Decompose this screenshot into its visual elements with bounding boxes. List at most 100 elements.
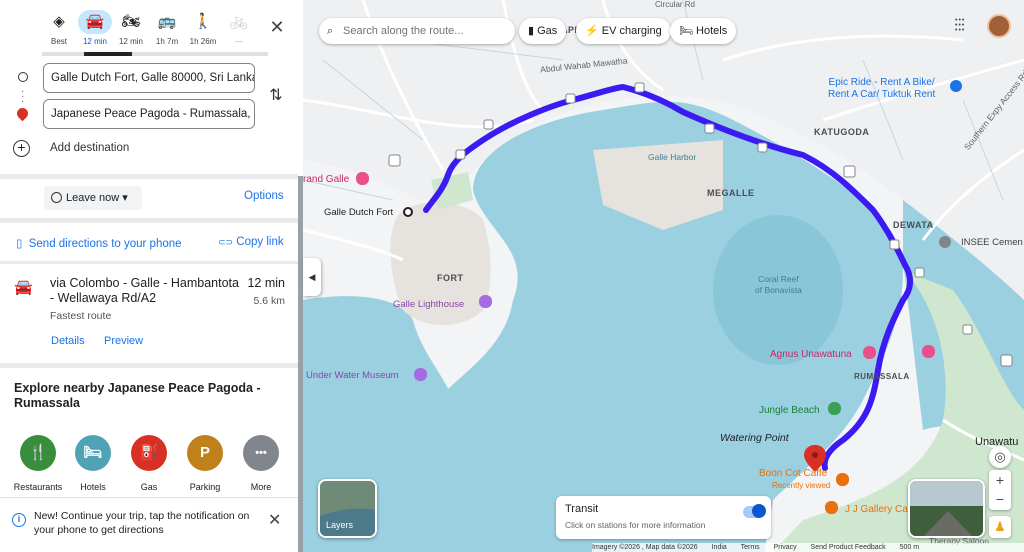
panel-scrollbar[interactable] (298, 176, 303, 552)
mode-driving[interactable]: 🚘 12 min (75, 10, 115, 54)
route-name[interactable]: via Colombo - Galle - Hambantota - Wella… (50, 276, 240, 306)
zoom-controls: + − (989, 470, 1011, 510)
mode-best[interactable]: ◈ Best (39, 10, 79, 54)
chip-hotels[interactable]: 🛏 Hotels (670, 18, 737, 44)
add-destination-button[interactable]: Add destination (50, 142, 129, 154)
preview-button[interactable]: Preview (104, 335, 143, 347)
chip-ev-charging[interactable]: ⚡ EV charging (576, 18, 671, 44)
mode-cycling[interactable]: 🚲 — (219, 10, 259, 54)
my-location-button[interactable]: ◎ (989, 446, 1011, 468)
transit-title: Transit (565, 503, 599, 515)
origin-circle-icon (18, 72, 28, 82)
divider (0, 363, 298, 368)
divider (0, 174, 298, 179)
pegman-icon: ♟ (994, 519, 1006, 534)
close-notification-button[interactable]: ✕ (268, 510, 281, 530)
map-label-fort: FORT (437, 273, 464, 283)
layers-button[interactable]: Layers (318, 479, 377, 538)
avatar[interactable] (987, 14, 1011, 38)
lighthouse-poi-icon (479, 295, 492, 308)
scale-bar[interactable]: 500 m (900, 544, 919, 551)
zoom-in-button[interactable]: + (989, 470, 1011, 490)
category-gas[interactable]: ⛽ Gas (119, 435, 179, 492)
category-label: Parking (189, 482, 221, 492)
search-icon: ⌕ (327, 25, 334, 37)
map-label-dewata: DEWATA (893, 220, 934, 230)
chip-gas[interactable]: ▮ Gas (519, 18, 567, 44)
origin-input[interactable]: Galle Dutch Fort, Galle 80000, Sri Lanka (43, 63, 255, 93)
leave-now-label: Leave now (66, 192, 120, 204)
map-label-insee: INSEE Cemen (961, 237, 1023, 248)
swap-waypoints-icon[interactable]: ⇅ (268, 85, 284, 105)
map-label-grand-galle: rand Galle (303, 174, 350, 185)
street-view-thumbnail[interactable] (908, 479, 985, 538)
destination-pin-icon (14, 105, 31, 122)
restaurant-icon: 🍴 (20, 435, 56, 471)
map-label-galle-harbor: Galle Harbor (648, 152, 697, 162)
send-to-phone-link[interactable]: ▯ Send directions to your phone (16, 236, 182, 250)
caret-down-icon: ▾ (122, 192, 128, 204)
apps-grid-icon[interactable]: ••• ••• ••• (955, 17, 971, 34)
maps-window: ◈ Best 🚘 12 min 🏍 12 min 🚌 1h 7m 🚶 1h 26… (0, 0, 1024, 552)
more-icon: ••• (243, 435, 279, 471)
link-icon: ⊂⊃ (218, 237, 234, 247)
details-button[interactable]: Details (51, 335, 85, 347)
map-label-jungle-beach: Jungle Beach (759, 405, 820, 416)
category-more[interactable]: ••• More (231, 435, 291, 492)
route-note: Fastest route (50, 310, 112, 322)
street-view-image (910, 481, 983, 536)
category-label: More (250, 482, 272, 492)
close-directions-button[interactable]: ✕ (266, 16, 288, 38)
hotel-poi-icon-3 (922, 345, 935, 358)
directions-panel: ◈ Best 🚘 12 min 🏍 12 min 🚌 1h 7m 🚶 1h 26… (0, 0, 303, 552)
add-destination-icon[interactable]: + (13, 140, 30, 157)
map-label-epic-ride: Epic Ride - Rent A Bike/ Rent A Car/ Tuk… (828, 77, 936, 100)
phone-icon: ▯ (16, 238, 23, 250)
mode-label: 1h 7m (155, 37, 179, 46)
walk-icon: 🚶 (193, 13, 213, 30)
attribution-country: India (711, 544, 727, 551)
search-along-route-input[interactable]: ⌕ Search along the route... (319, 18, 515, 44)
directions-best-icon: ◈ (53, 13, 65, 30)
feedback-link[interactable]: Send Product Feedback (811, 544, 886, 551)
travel-mode-bar: ◈ Best 🚘 12 min 🏍 12 min 🚌 1h 7m 🚶 1h 26… (0, 0, 303, 56)
map-label-watering-point: Watering Point (720, 432, 789, 444)
map-attribution: Imagery ©2026 , Map data ©2026 India Ter… (592, 543, 1024, 552)
hotel-poi-icon (356, 172, 369, 185)
map-label-megalle: MEGALLE (707, 188, 755, 198)
map-label-katugoda: KATUGODA (814, 127, 870, 137)
mode-motorcycle[interactable]: 🏍 12 min (111, 10, 151, 54)
category-parking[interactable]: P Parking (175, 435, 235, 492)
hotel-icon: 🛏 (679, 25, 693, 37)
gas-icon: ▮ (528, 25, 535, 37)
collapse-panel-button[interactable]: ◀ (303, 258, 321, 296)
category-label: Gas (140, 482, 158, 492)
car-icon: 🚘 (14, 279, 33, 296)
locate-icon: ◎ (994, 449, 1006, 464)
map-label-agnus: Agnus Unawatuna (770, 349, 852, 360)
category-hotels[interactable]: 🛏 Hotels (63, 435, 123, 492)
privacy-link[interactable]: Privacy (774, 544, 797, 551)
options-button[interactable]: Options (244, 190, 284, 202)
mode-walking[interactable]: 🚶 1h 26m (183, 10, 223, 54)
zoom-out-button[interactable]: − (989, 490, 1011, 510)
mode-transit[interactable]: 🚌 1h 7m (147, 10, 187, 54)
copy-link-button[interactable]: ⊂⊃ Copy link (218, 236, 284, 248)
map-canvas[interactable]: THALAPITIYA Abdul Wahab Mawatha Circular… (303, 0, 1024, 552)
layers-label: Layers (326, 520, 354, 530)
category-restaurants[interactable]: 🍴 Restaurants (8, 435, 68, 492)
chip-label: EV charging (601, 25, 662, 37)
transit-toggle[interactable] (743, 504, 766, 518)
pegman-button[interactable]: ♟ (989, 516, 1011, 538)
gas-icon: ⛽ (131, 435, 167, 471)
leave-now-dropdown[interactable]: Leave now ▾ (44, 186, 142, 210)
mode-label: 12 min (82, 37, 107, 46)
notification-text: New! Continue your trip, tap the notific… (34, 510, 250, 536)
origin-marker (403, 207, 413, 217)
terms-link[interactable]: Terms (741, 544, 760, 551)
map-label-jj-gallery: J J Gallery Ca (845, 504, 908, 515)
divider (0, 261, 298, 264)
beach-poi-icon (828, 402, 841, 415)
map-label-road-2: Circular Rd (655, 0, 696, 9)
destination-input[interactable]: Japanese Peace Pagoda - Rumassala, 26 (43, 99, 255, 129)
